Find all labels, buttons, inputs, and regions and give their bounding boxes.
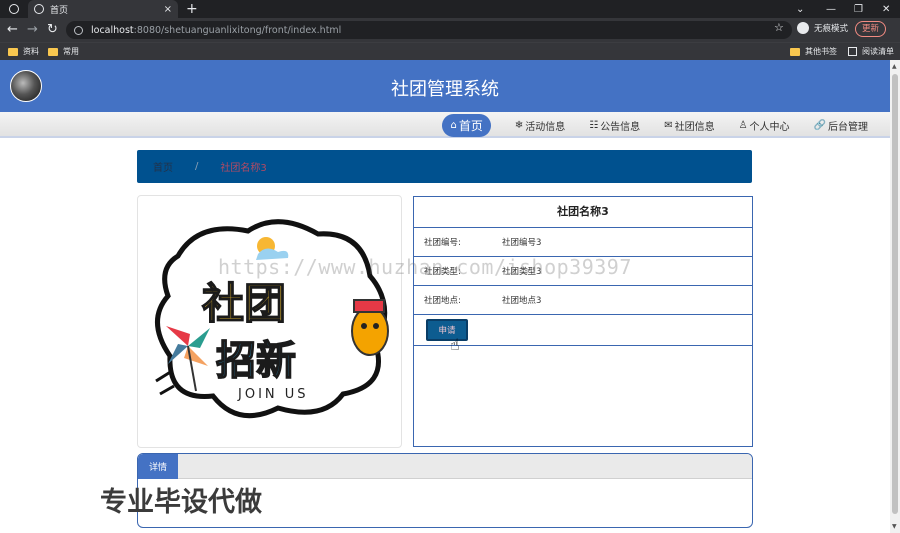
page-viewport: 社团管理系统 ⌂ 首页 ❄ 活动信息 ☷ 公告信息 ✉ 社团信息 ♙ 个人中心 (0, 60, 890, 533)
club-title: 社团名称3 (414, 197, 752, 228)
nav-clubs[interactable]: ✉ 社团信息 (664, 118, 714, 133)
site-title: 社团管理系统 (391, 79, 499, 100)
home-icon: ⌂ (450, 120, 457, 131)
nav-profile[interactable]: ♙ 个人中心 (739, 118, 790, 133)
bookmark-label: 资料 (23, 47, 39, 56)
poster-line2: 招新 (216, 338, 296, 384)
bookmark-star-icon[interactable]: ☆ (774, 21, 784, 34)
breadcrumb-separator: / (195, 161, 199, 172)
folder-icon (790, 47, 800, 56)
nav-label: 社团信息 (674, 122, 715, 133)
field-value: 社团地点3 (502, 296, 542, 306)
back-arrow-icon[interactable]: ← (7, 22, 18, 38)
field-label: 社团编号: (424, 238, 461, 248)
nav-label: 公告信息 (600, 122, 641, 133)
scrollbar-thumb[interactable] (892, 74, 898, 514)
incognito-indicator[interactable]: 无痕模式 (797, 22, 848, 34)
apply-row: 申请 (414, 315, 752, 346)
breadcrumb: 首页 / 社团名称3 (137, 150, 752, 183)
tab-search-icon[interactable]: ⌄ (796, 0, 804, 18)
tab-detail[interactable]: 详情 (138, 454, 178, 479)
club-recruit-poster: 社团 招新 JOIN US (155, 219, 389, 419)
globe-icon (9, 4, 19, 14)
breadcrumb-current: 社团名称3 (220, 163, 267, 174)
browser-tab-inactive[interactable] (0, 0, 28, 18)
maximize-button[interactable]: ❐ (854, 0, 863, 18)
field-label: 社团地点: (424, 296, 461, 306)
nav-menu: ⌂ 首页 ❄ 活动信息 ☷ 公告信息 ✉ 社团信息 ♙ 个人中心 🔗 后台管理 (418, 114, 868, 137)
snowflake-icon: ❄ (514, 120, 524, 131)
update-button[interactable]: 更新 (855, 21, 887, 37)
nav-activities[interactable]: ❄ 活动信息 (515, 118, 565, 133)
reading-list-icon (848, 47, 857, 56)
scroll-down-icon[interactable]: ▼ (892, 523, 897, 530)
folder-icon (8, 47, 18, 56)
user-icon: ♙ (738, 120, 748, 131)
nav-home[interactable]: ⌂ 首页 (442, 114, 491, 137)
bookmark-folder-changyong[interactable]: 常用 (48, 46, 79, 57)
globe-icon (34, 4, 44, 14)
nav-announcements[interactable]: ☷ 公告信息 (589, 118, 640, 133)
page-scrollbar[interactable]: ▲ ▼ (890, 60, 900, 533)
club-poster-image: 社团 招新 JOIN US (137, 195, 402, 448)
bookmark-label: 阅读清单 (862, 47, 894, 56)
hand-cursor-icon: ☝ (450, 335, 460, 354)
folder-icon (48, 47, 58, 56)
nav-label: 后台管理 (828, 122, 868, 133)
new-tab-button[interactable]: + (186, 1, 198, 17)
minimize-button[interactable]: — (826, 0, 836, 18)
browser-tab-active[interactable]: 首页 × (28, 0, 178, 18)
detail-tab-bar: 详情 (138, 454, 752, 479)
nav-label: 首页 (458, 119, 483, 133)
promo-overlay-text: 专业毕设代做 (100, 487, 262, 518)
forward-arrow-icon[interactable]: → (27, 22, 38, 38)
club-field-row: 社团编号: 社团编号3 (414, 228, 752, 257)
nav-label: 个人中心 (749, 122, 790, 133)
bookmark-folder-ziliao[interactable]: 资料 (8, 46, 39, 57)
notice-icon: ☷ (589, 120, 599, 131)
poster-line1: 社团 (202, 279, 286, 328)
field-value: 社团编号3 (502, 238, 542, 248)
browser-tab-bar: 首页 × + ⌄ — ❐ ✕ (0, 0, 900, 18)
info-icon[interactable] (74, 25, 83, 35)
address-input[interactable]: localhost:8080/shetuanguanlixitong/front… (66, 21, 792, 39)
scroll-up-icon[interactable]: ▲ (892, 63, 897, 70)
reload-icon[interactable]: ↻ (47, 22, 58, 38)
site-header: 社团管理系统 (0, 60, 890, 112)
apply-button[interactable]: 申请 (426, 319, 468, 341)
tab-title: 首页 (50, 5, 69, 16)
nav-menu-bar: ⌂ 首页 ❄ 活动信息 ☷ 公告信息 ✉ 社团信息 ♙ 个人中心 🔗 后台管理 (0, 112, 890, 138)
browser-toolbar: ← → ↻ localhost:8080/shetuanguanlixitong… (0, 18, 900, 42)
mail-icon: ✉ (664, 120, 673, 131)
link-icon: 🔗 (813, 120, 826, 131)
club-field-row: 社团地点: 社团地点3 (414, 286, 752, 315)
bookmark-label: 常用 (63, 47, 79, 56)
pencil-mascot-icon (351, 299, 389, 356)
poster-slogan: JOIN US (237, 387, 309, 402)
club-info-panel: 社团名称3 社团编号: 社团编号3 社团类型: 社团类型3 社团地点: 社团地点… (413, 196, 753, 447)
nav-admin[interactable]: 🔗 后台管理 (814, 118, 868, 133)
url-path: :8080/shetuanguanlixitong/front/index.ht… (133, 24, 342, 36)
nav-label: 活动信息 (525, 122, 566, 133)
bookmark-folder-other[interactable]: 其他书签 (790, 46, 837, 57)
close-tab-icon[interactable]: × (164, 4, 172, 15)
watermark-text: https://www.huzhan.com/ishop39397 (218, 255, 632, 279)
incognito-label: 无痕模式 (814, 24, 849, 34)
bookmark-label: 其他书签 (805, 47, 837, 56)
breadcrumb-home[interactable]: 首页 (153, 159, 173, 174)
close-window-button[interactable]: ✕ (882, 0, 890, 18)
reading-list[interactable]: 阅读清单 (848, 46, 894, 57)
incognito-icon (797, 22, 809, 34)
url-host: localhost (91, 24, 134, 36)
bookmarks-bar: 资料 常用 其他书签 阅读清单 (0, 42, 900, 60)
